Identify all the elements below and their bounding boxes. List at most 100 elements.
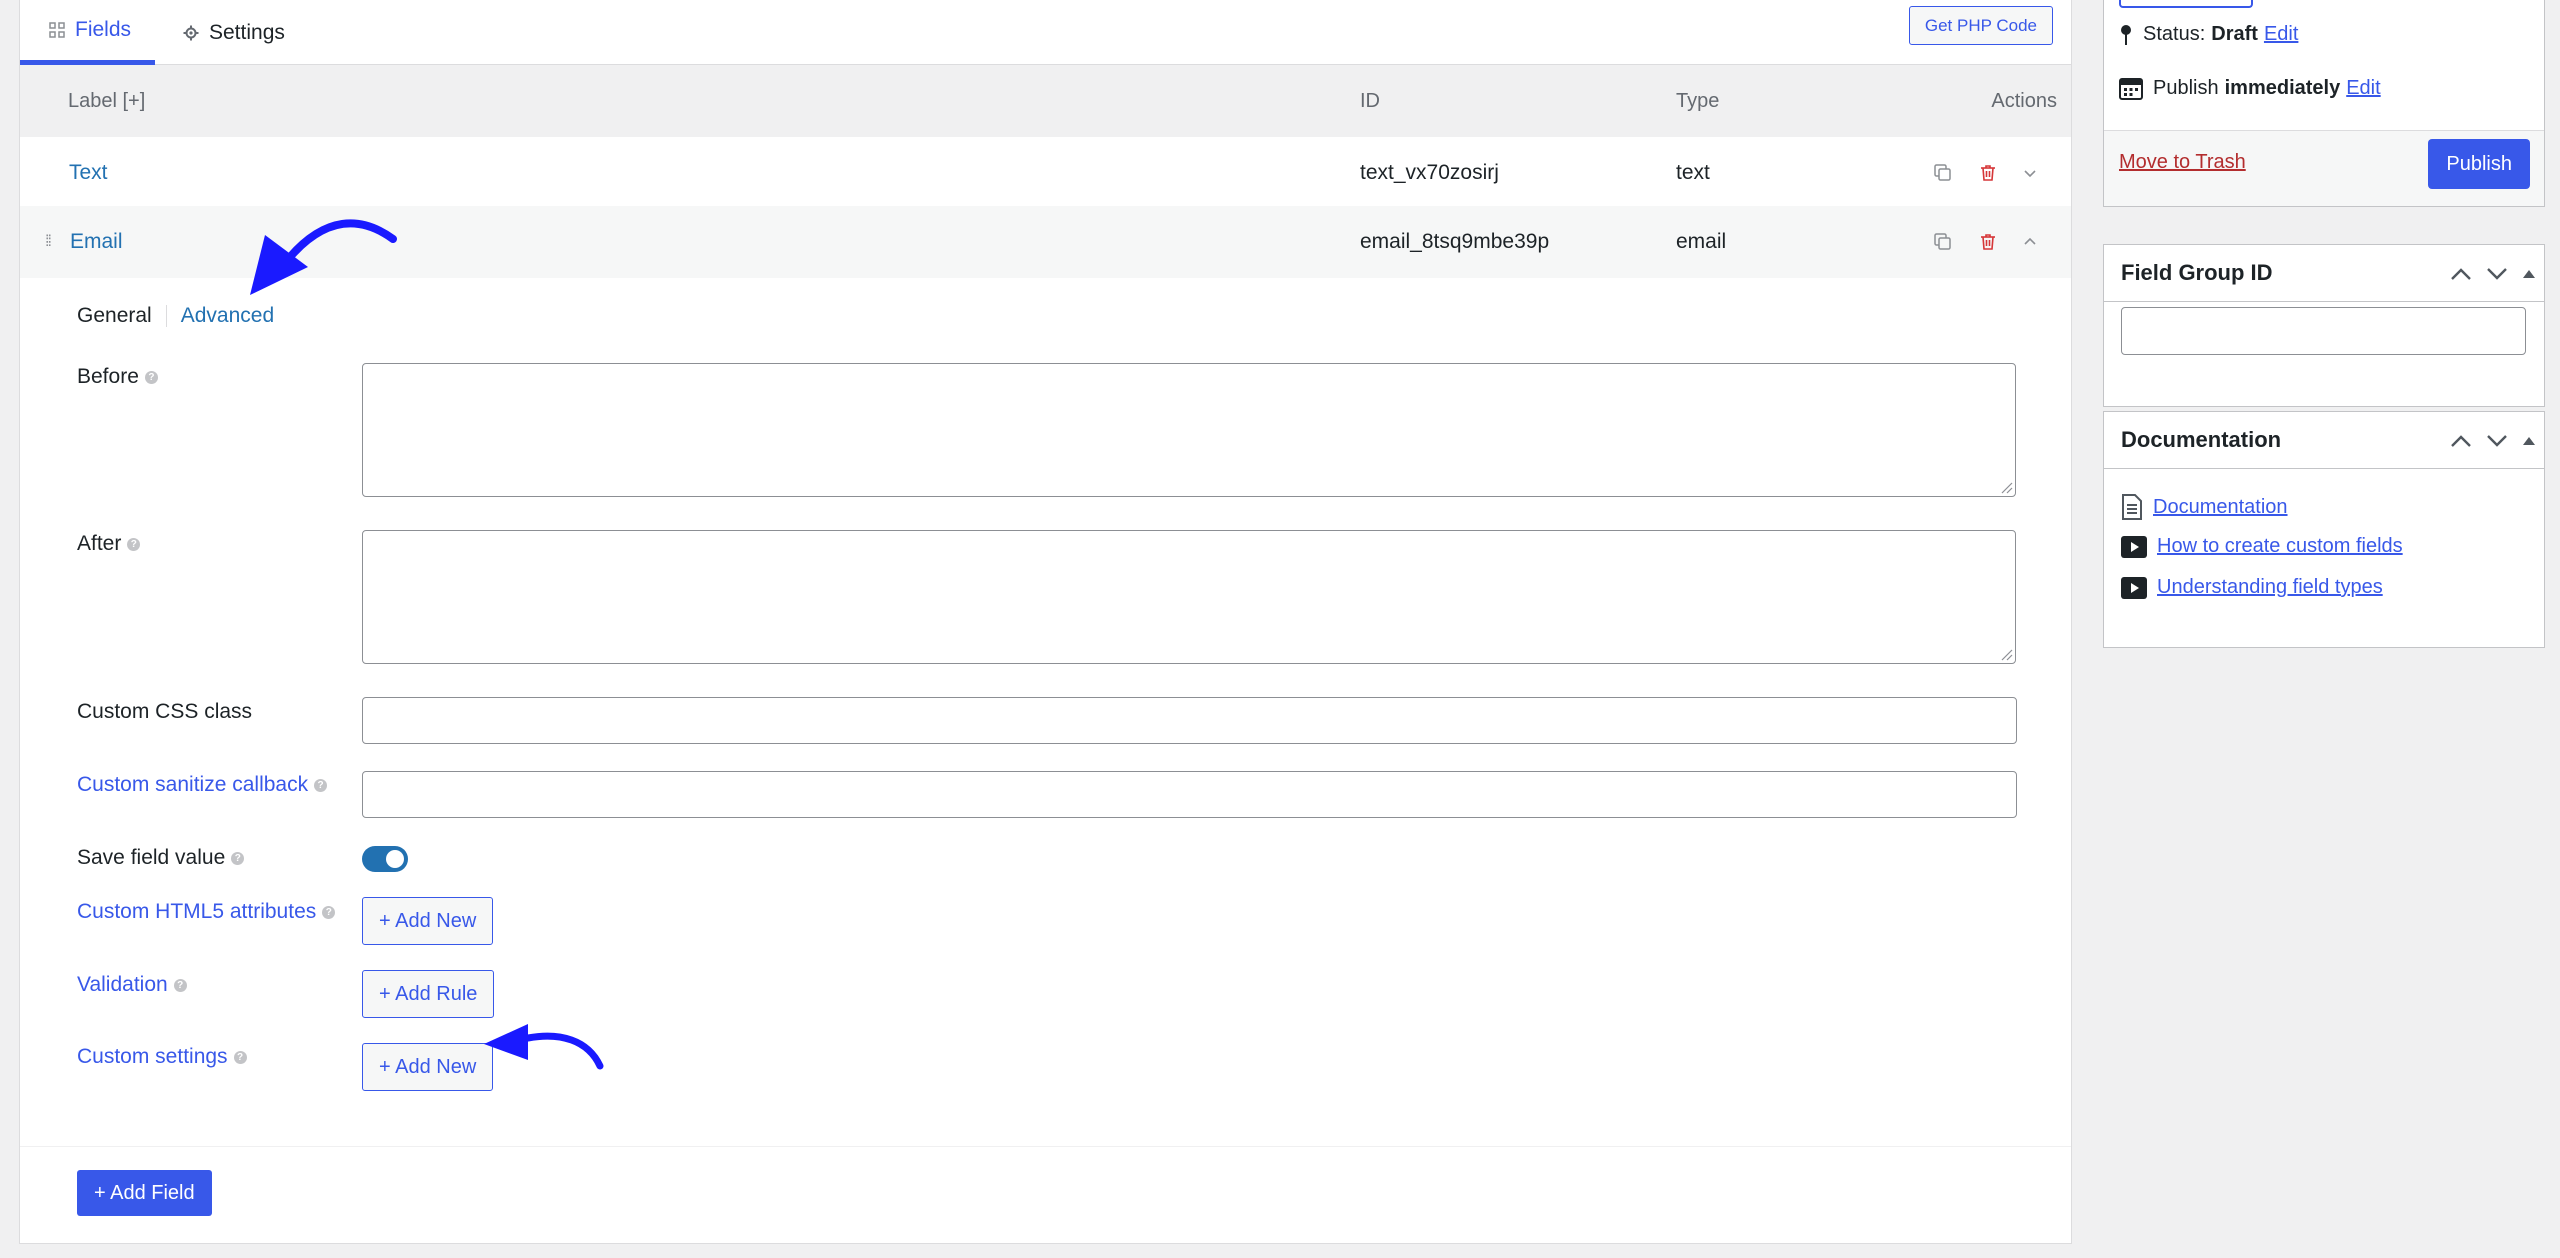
- resize-grip-icon[interactable]: [1999, 647, 2013, 661]
- field-group-id-header: Field Group ID: [2104, 245, 2544, 302]
- annotation-arrow: [250, 219, 397, 295]
- duplicate-icon[interactable]: [1934, 206, 1952, 278]
- grid-icon: [49, 22, 65, 38]
- annotation-arrow: [484, 1024, 604, 1070]
- fields-list-header: Label [+] ID Type Actions: [20, 65, 2071, 137]
- help-icon[interactable]: ?: [314, 778, 328, 792]
- field-group-id-title: Field Group ID: [2121, 260, 2273, 285]
- resize-grip-icon[interactable]: [1999, 480, 2013, 494]
- documentation-title: Documentation: [2121, 427, 2282, 452]
- help-icon[interactable]: ?: [231, 851, 245, 865]
- chevron-up-icon[interactable]: [2023, 206, 2037, 278]
- after-label-text: After: [77, 532, 122, 555]
- pin-icon: [2121, 24, 2131, 45]
- validation-label: Validation ?: [77, 970, 187, 1000]
- html5-attributes-label-text: Custom HTML5 attributes: [77, 900, 317, 923]
- documentation-box: Documentation Documentation How to creat…: [2103, 411, 2545, 648]
- doc-link-label[interactable]: Documentation: [2153, 496, 2288, 519]
- field-id: email_8tsq9mbe39p: [1360, 230, 1550, 253]
- add-custom-setting-button[interactable]: + Add New: [362, 1043, 494, 1091]
- field-label-link[interactable]: Text: [69, 137, 108, 209]
- documentation-header: Documentation: [2104, 412, 2544, 469]
- doc-link-field-types[interactable]: Understanding field types: [2121, 576, 2383, 599]
- column-actions-header: Actions: [1991, 89, 2057, 112]
- delete-icon[interactable]: [1980, 137, 1996, 209]
- html5-attributes-label: Custom HTML5 attributes ?: [77, 897, 336, 927]
- custom-settings-label-text: Custom settings: [77, 1045, 228, 1068]
- css-class-input[interactable]: [362, 697, 2017, 744]
- doc-link-label[interactable]: How to create custom fields: [2157, 535, 2403, 558]
- help-icon[interactable]: ?: [233, 1050, 247, 1064]
- sanitize-callback-input[interactable]: [362, 771, 2017, 818]
- tab-fields-label: Fields: [75, 18, 132, 41]
- subtab-general[interactable]: General: [77, 304, 166, 328]
- publish-schedule-line: Publish immediately Edit: [2119, 76, 2381, 100]
- doc-link-custom-fields[interactable]: How to create custom fields: [2121, 535, 2403, 558]
- edit-status-link[interactable]: Edit: [2264, 23, 2298, 46]
- doc-link-label[interactable]: Understanding field types: [2157, 576, 2383, 599]
- after-label: After ?: [77, 529, 141, 559]
- field-id: text_vx70zosirj: [1360, 161, 1499, 184]
- add-rule-button[interactable]: + Add Rule: [362, 970, 495, 1018]
- fields-panel: Fields Settings Get PHP Code Label [+] I…: [19, 0, 2072, 1244]
- publish-box: Status: Draft Edit Publish immediately E…: [2103, 0, 2545, 207]
- save-value-label: Save field value ?: [77, 843, 245, 873]
- drag-handle-icon[interactable]: ⁞⁞: [45, 206, 52, 278]
- field-group-id-box: Field Group ID: [2103, 244, 2545, 407]
- tab-settings[interactable]: Settings: [183, 0, 285, 65]
- video-icon: [2121, 576, 2147, 599]
- document-icon: [2122, 494, 2142, 520]
- save-value-label-text: Save field value: [77, 846, 226, 869]
- help-icon[interactable]: ?: [144, 370, 158, 384]
- chevron-down-icon[interactable]: [2486, 267, 2508, 281]
- sanitize-callback-label: Custom sanitize callback ?: [77, 770, 328, 800]
- help-icon[interactable]: ?: [173, 978, 187, 992]
- delete-icon[interactable]: [1980, 206, 1996, 278]
- collapse-toggle-icon[interactable]: [2522, 269, 2536, 279]
- field-group-id-input[interactable]: [2121, 307, 2526, 355]
- field-type: text: [1676, 161, 1710, 184]
- add-html5-attribute-button[interactable]: + Add New: [362, 897, 494, 945]
- tab-fields[interactable]: Fields: [20, 0, 155, 65]
- editor-divider: [20, 1146, 2071, 1147]
- sanitize-callback-label-text: Custom sanitize callback: [77, 773, 309, 796]
- custom-settings-label: Custom settings ?: [77, 1042, 247, 1072]
- add-field-button[interactable]: + Add Field: [77, 1170, 212, 1216]
- column-type-header: Type: [1676, 89, 1720, 112]
- chevron-down-icon[interactable]: [2023, 137, 2037, 209]
- doc-link-documentation[interactable]: Documentation: [2121, 494, 2288, 520]
- move-to-trash-link[interactable]: Move to Trash: [2119, 151, 2246, 174]
- chevron-up-icon[interactable]: [2450, 434, 2472, 448]
- before-label: Before ?: [77, 362, 158, 392]
- duplicate-icon[interactable]: [1934, 137, 1952, 209]
- css-class-label: Custom CSS class: [77, 700, 253, 723]
- publish-actions: Move to Trash Publish: [2104, 130, 2544, 206]
- chevron-up-icon[interactable]: [2450, 267, 2472, 281]
- tab-settings-label: Settings: [209, 20, 285, 44]
- save-value-toggle[interactable]: [362, 846, 408, 872]
- validation-label-text: Validation: [77, 973, 168, 996]
- status-value: Draft: [2211, 23, 2258, 45]
- field-row-text[interactable]: Text text_vx70zosirj text: [20, 137, 2071, 209]
- help-icon[interactable]: ?: [127, 537, 141, 551]
- get-php-code-button[interactable]: Get PHP Code: [1908, 6, 2053, 45]
- publish-button[interactable]: Publish: [2428, 139, 2530, 189]
- before-label-text: Before: [77, 365, 139, 388]
- column-id-header: ID: [1360, 89, 1380, 112]
- status-line: Status: Draft Edit: [2119, 23, 2298, 46]
- preview-button[interactable]: [2119, 0, 2253, 8]
- column-label-header[interactable]: Label [+]: [68, 65, 145, 137]
- status-label: Status:: [2143, 23, 2206, 45]
- edit-schedule-link[interactable]: Edit: [2346, 77, 2380, 100]
- after-textarea[interactable]: [362, 530, 2016, 664]
- field-type: email: [1676, 230, 1727, 253]
- publish-value: immediately: [2224, 76, 2341, 99]
- collapse-toggle-icon[interactable]: [2522, 436, 2536, 446]
- field-label-link[interactable]: Email: [70, 206, 123, 278]
- tabs-bar: Fields Settings Get PHP Code: [20, 0, 2071, 65]
- video-icon: [2121, 535, 2147, 558]
- help-icon[interactable]: ?: [322, 905, 336, 919]
- publish-label: Publish: [2153, 76, 2219, 99]
- before-textarea[interactable]: [362, 363, 2016, 497]
- chevron-down-icon[interactable]: [2486, 434, 2508, 448]
